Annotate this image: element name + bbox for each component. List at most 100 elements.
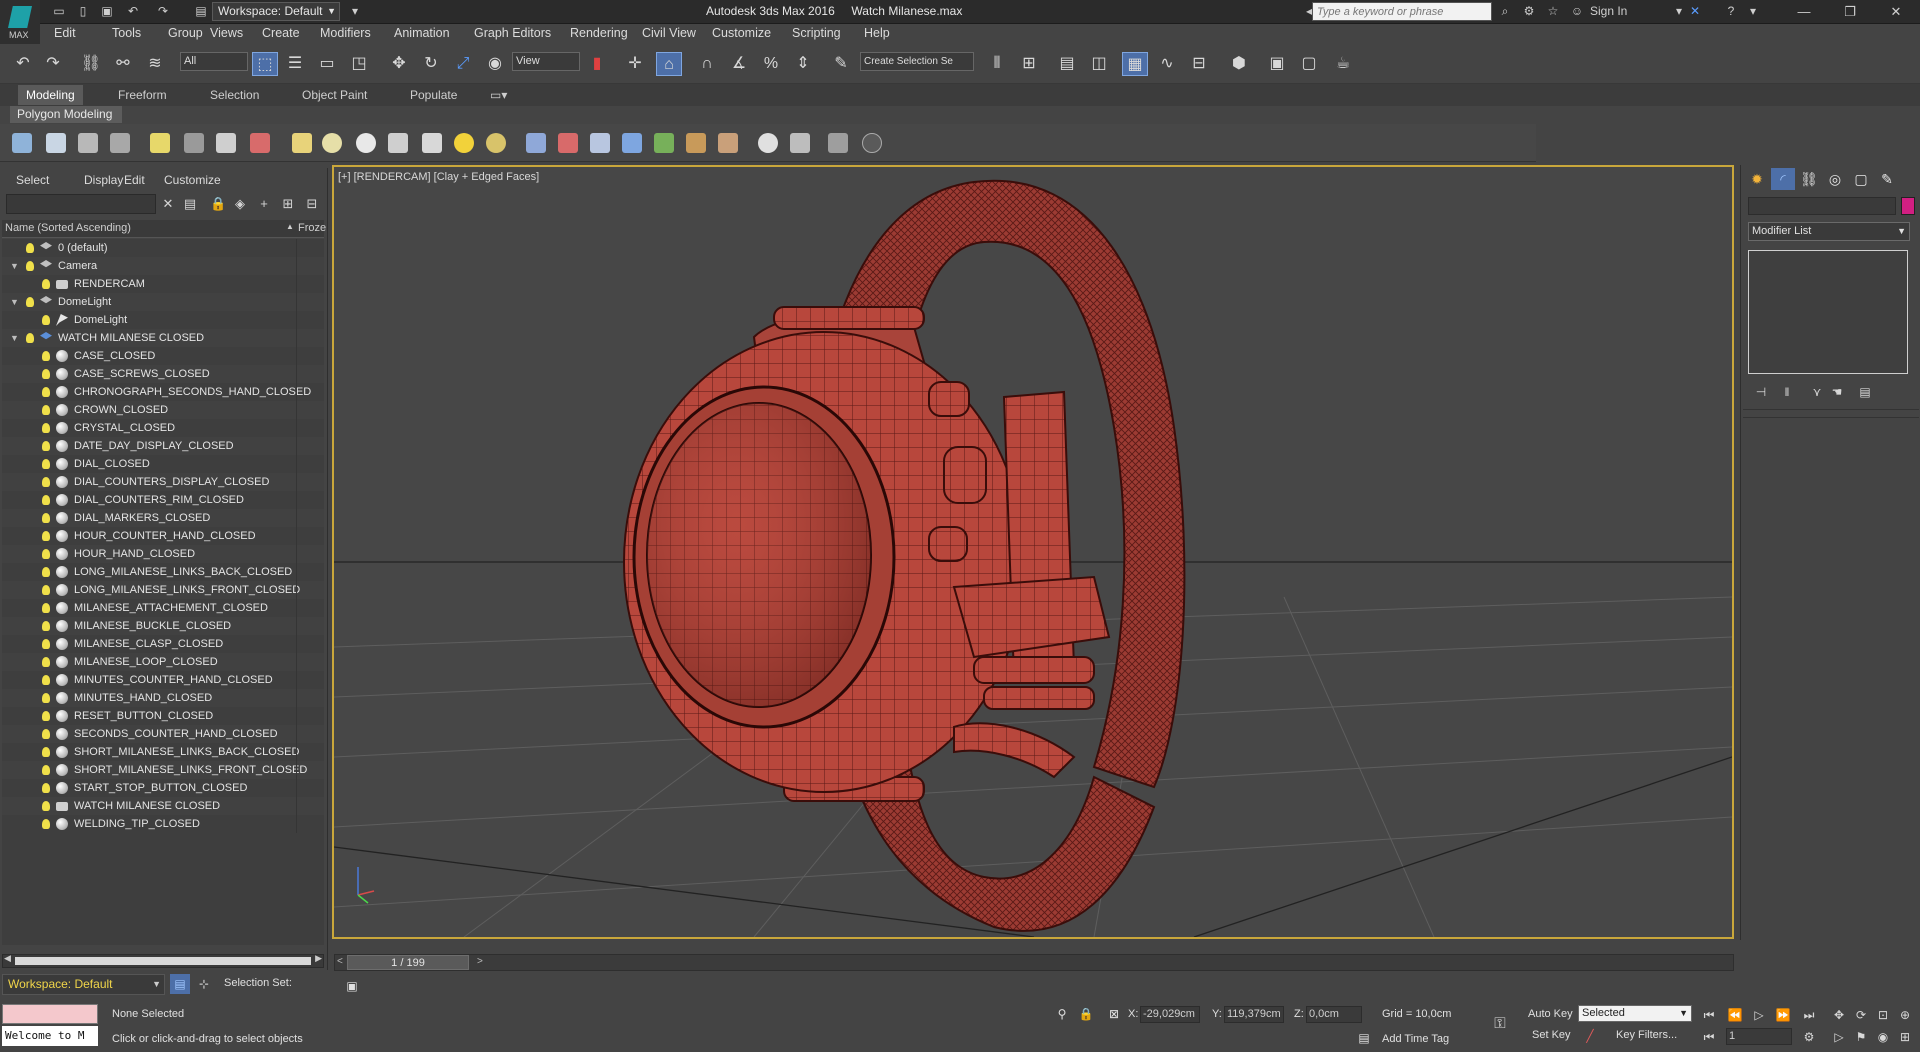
sign-in-button[interactable]: Sign In — [1590, 3, 1650, 20]
list-item[interactable]: CASE_CLOSED — [2, 347, 324, 365]
scene-menu-display[interactable]: Display — [84, 173, 123, 187]
list-item[interactable]: DIAL_CLOSED — [2, 455, 324, 473]
selection-lock-icon[interactable]: 🔒 — [1076, 1004, 1096, 1024]
visibility-bulb-icon[interactable] — [42, 729, 50, 739]
pan-icon[interactable]: ✥ — [1830, 1006, 1848, 1024]
camera-icon[interactable] — [184, 133, 204, 153]
x-coordinate-field[interactable]: -29,029cm — [1140, 1006, 1200, 1023]
favorites-star-icon[interactable]: ☆ — [1544, 3, 1562, 20]
expand-toggle-icon[interactable]: ▼ — [10, 329, 19, 347]
hair-fur-icon[interactable] — [686, 133, 706, 153]
field-of-view-icon[interactable]: ▷ — [1830, 1028, 1848, 1046]
place-icon[interactable]: ◉ — [482, 52, 508, 76]
render-elements-icon[interactable] — [250, 133, 270, 153]
list-icon[interactable] — [78, 133, 98, 153]
frozen-cell[interactable] — [296, 563, 297, 581]
utilities-tab-icon[interactable]: ✎ — [1875, 168, 1899, 190]
visibility-bulb-icon[interactable] — [42, 279, 50, 289]
time-slider-thumb[interactable]: 1 / 199 — [347, 955, 469, 970]
frozen-cell[interactable] — [296, 401, 297, 419]
frozen-cell[interactable] — [296, 617, 297, 635]
frozen-cell[interactable] — [296, 761, 297, 779]
viewport-rendercam[interactable]: [+] [RENDERCAM] [Clay + Edged Faces] — [332, 165, 1734, 939]
keyboard-shortcut-override-icon[interactable]: ⌂ — [656, 52, 682, 76]
frozen-column-header[interactable]: Froze — [298, 222, 326, 234]
frozen-cell[interactable] — [296, 347, 297, 365]
auto-key-button[interactable]: Auto Key — [1528, 1008, 1573, 1020]
visibility-bulb-icon[interactable] — [42, 693, 50, 703]
rotate-icon[interactable]: ↻ — [418, 52, 444, 76]
visibility-bulb-icon[interactable] — [42, 459, 50, 469]
menu-graph-editors[interactable]: Graph Editors — [474, 26, 551, 40]
project-folder-icon[interactable]: ▤ — [192, 3, 210, 20]
go-to-start-icon[interactable]: ⏮ — [1700, 1006, 1718, 1024]
visibility-bulb-icon[interactable] — [42, 711, 50, 721]
unlink-icon[interactable]: ⚯ — [110, 52, 136, 76]
sphere-icon[interactable] — [356, 133, 376, 153]
window-crossing-icon[interactable]: ◳ — [346, 52, 372, 76]
menu-modifiers[interactable]: Modifiers — [320, 26, 371, 40]
chevron-down-icon[interactable]: ▾ — [1744, 3, 1762, 20]
visibility-bulb-icon[interactable] — [42, 585, 50, 595]
list-item[interactable]: RESET_BUTTON_CLOSED — [2, 707, 324, 725]
shell-icon[interactable] — [718, 133, 738, 153]
configure-modifier-sets-icon[interactable]: ▤ — [1857, 384, 1873, 400]
layer-add-icon[interactable]: ◈ — [232, 196, 248, 212]
list-item[interactable]: MILANESE_CLASP_CLOSED — [2, 635, 324, 653]
frozen-cell[interactable] — [296, 599, 297, 617]
visibility-bulb-icon[interactable] — [26, 297, 34, 307]
frozen-cell[interactable] — [296, 815, 297, 833]
list-item[interactable]: MILANESE_BUCKLE_CLOSED — [2, 617, 324, 635]
ribbon-tab-object-paint[interactable]: Object Paint — [302, 88, 367, 102]
menu-rendering[interactable]: Rendering — [570, 26, 628, 40]
list-item[interactable]: 0 (default) — [2, 239, 324, 257]
visibility-bulb-icon[interactable] — [42, 495, 50, 505]
key-mode-toggle-icon[interactable]: ⏮ — [1700, 1028, 1718, 1046]
save-icon[interactable]: ▣ — [98, 3, 116, 20]
undo-icon[interactable]: ↶ — [124, 3, 142, 20]
list-item[interactable]: SECONDS_COUNTER_HAND_CLOSED — [2, 725, 324, 743]
frozen-cell[interactable] — [296, 653, 297, 671]
go-to-end-icon[interactable]: ⏭ — [1800, 1006, 1818, 1024]
list-item[interactable]: HOUR_COUNTER_HAND_CLOSED — [2, 527, 324, 545]
scene-object-list[interactable]: 0 (default) ▼ Camera RENDERCAM ▼ DomeLight Dom… — [2, 239, 324, 945]
rendered-frame-window-icon[interactable]: ▢ — [1296, 52, 1322, 76]
hierarchy-icon[interactable]: ⊞ — [280, 196, 296, 212]
visibility-bulb-icon[interactable] — [42, 441, 50, 451]
visibility-bulb-icon[interactable] — [42, 315, 50, 325]
help-icon[interactable] — [862, 133, 882, 153]
lock-icon[interactable]: 🔒 — [210, 196, 226, 212]
particle-icon[interactable] — [526, 133, 546, 153]
frozen-cell[interactable] — [296, 725, 297, 743]
maxscript-mini-listener[interactable] — [2, 1004, 98, 1024]
set-key-button[interactable]: Set Key — [1532, 1029, 1571, 1041]
bind-space-warp-icon[interactable]: ≋ — [142, 52, 168, 76]
frozen-cell[interactable] — [296, 509, 297, 527]
visibility-bulb-icon[interactable] — [42, 477, 50, 487]
frozen-cell[interactable] — [296, 293, 297, 311]
frozen-cell[interactable] — [296, 527, 297, 545]
visibility-bulb-icon[interactable] — [26, 333, 34, 343]
frozen-cell[interactable] — [296, 257, 297, 275]
list-item[interactable]: MILANESE_LOOP_CLOSED — [2, 653, 324, 671]
add-icon[interactable]: + — [256, 196, 272, 212]
cone-icon[interactable] — [422, 133, 442, 153]
layer-manager-icon[interactable]: ▤ — [170, 974, 190, 994]
teapot-icon[interactable] — [12, 133, 32, 153]
scene-explorer-icon[interactable]: ▦ — [1122, 52, 1148, 76]
name-column-header[interactable]: Name (Sorted Ascending) — [5, 222, 131, 234]
maximize-viewport-icon[interactable]: ⊡ — [1874, 1006, 1892, 1024]
subscription-icon[interactable]: ⚙ — [1520, 3, 1538, 20]
sound-icon[interactable] — [216, 133, 236, 153]
frozen-cell[interactable] — [296, 239, 297, 257]
make-unique-icon[interactable]: ⋎ — [1809, 384, 1825, 400]
time-prev-icon[interactable]: < — [337, 956, 343, 967]
list-item[interactable]: DIAL_COUNTERS_RIM_CLOSED — [2, 491, 324, 509]
visibility-bulb-icon[interactable] — [42, 765, 50, 775]
list-item[interactable]: CROWN_CLOSED — [2, 401, 324, 419]
visibility-bulb-icon[interactable] — [42, 567, 50, 577]
ribbon-tab-selection[interactable]: Selection — [210, 88, 259, 102]
frozen-cell[interactable] — [296, 455, 297, 473]
binoculars-icon[interactable]: ⌕ — [1496, 3, 1514, 20]
visibility-bulb-icon[interactable] — [42, 423, 50, 433]
